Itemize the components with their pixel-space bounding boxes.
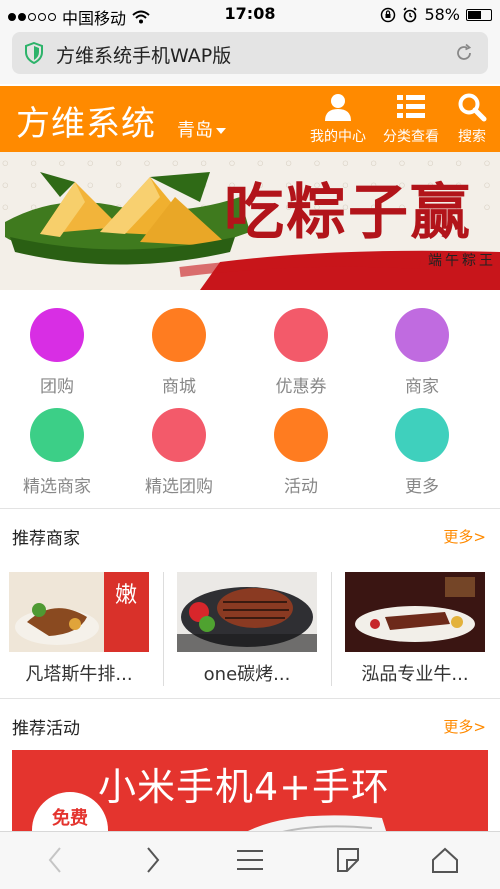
shop-card[interactable]: 嫩 凡塔斯牛排... (9, 572, 149, 686)
alarm-icon (403, 6, 418, 22)
category-merchant[interactable]: 商家 (362, 308, 482, 397)
battery-percent: 58% (424, 5, 460, 24)
banner-slogan: 吃粽子赢 (224, 178, 472, 248)
nav-my-center[interactable]: 我的中心 (310, 92, 366, 146)
svg-text:嫩: 嫩 (115, 583, 137, 608)
recommended-events-title: 推荐活动 (12, 719, 80, 739)
nav-label: 我的中心 (310, 129, 366, 145)
category-icon (395, 308, 449, 362)
category-label: 精选团购 (145, 477, 213, 497)
divider (163, 572, 164, 686)
shop-image (177, 572, 317, 652)
divider (0, 508, 500, 509)
category-featured-group-buy[interactable]: 精选团购 (119, 408, 239, 497)
category-label: 精选商家 (23, 477, 91, 497)
category-grid: 团购 商城 优惠券 商家 精选商家 精选团购 活动 更多 (0, 290, 500, 508)
shop-image: 嫩 (9, 572, 149, 652)
shop-name: 泓品专业牛... (361, 664, 469, 685)
user-icon (325, 94, 351, 121)
shield-icon (25, 42, 43, 64)
category-icon (30, 308, 84, 362)
category-more[interactable]: 更多 (362, 408, 482, 497)
caret-down-icon (216, 128, 226, 134)
category-label: 团购 (40, 377, 74, 397)
nav-search[interactable]: 搜索 (457, 92, 487, 146)
city-selector[interactable]: 青岛 (177, 116, 226, 142)
rotation-lock-icon (381, 7, 396, 22)
category-label: 商家 (405, 377, 439, 397)
promo-banner[interactable]: ◦ ◦ ◦ ◦ ◦ ◦ ◦ ◦ ◦ ◦ ◦ ◦ ◦ ◦ ◦ ◦ ◦ ◦ ◦ ◦ ◦… (0, 152, 500, 290)
category-event[interactable]: 活动 (241, 408, 361, 497)
city-name: 青岛 (177, 120, 213, 141)
category-label: 更多 (405, 477, 439, 497)
menu-icon[interactable] (236, 846, 264, 874)
battery-icon (466, 8, 492, 21)
status-bar: 中国移动 17:08 58% (0, 0, 500, 28)
category-icon (30, 408, 84, 462)
divider (331, 572, 332, 686)
category-coupon[interactable]: 优惠券 (241, 308, 361, 397)
category-mall[interactable]: 商城 (119, 308, 239, 397)
tabs-icon[interactable] (334, 846, 362, 874)
nav-label: 分类查看 (383, 129, 439, 145)
nav-label: 搜索 (458, 129, 486, 145)
browser-toolbar: 方维系统手机WAP版 (0, 28, 500, 84)
category-featured-merchant[interactable]: 精选商家 (0, 408, 117, 497)
category-icon (395, 408, 449, 462)
recommended-shops-title: 推荐商家 (12, 529, 80, 549)
browser-bottom-bar (0, 831, 500, 889)
address-text: 方维系统手机WAP版 (56, 45, 232, 67)
category-icon (152, 308, 206, 362)
category-label: 优惠券 (275, 377, 327, 397)
search-icon (458, 93, 487, 122)
category-icon (274, 408, 328, 462)
category-icon (152, 408, 206, 462)
home-icon[interactable] (431, 846, 459, 874)
recommended-shops-more-link[interactable]: 更多> (443, 526, 486, 547)
list-icon (397, 95, 425, 118)
category-group-buy[interactable]: 团购 (0, 308, 117, 397)
category-icon (274, 308, 328, 362)
promo-badge: 免费 (32, 792, 108, 834)
status-right: 58% (380, 5, 492, 24)
address-bar[interactable]: 方维系统手机WAP版 (12, 32, 488, 74)
category-label: 商城 (162, 377, 196, 397)
recommended-events-more-link[interactable]: 更多> (443, 716, 486, 737)
shop-card[interactable]: one碳烤... (177, 572, 317, 686)
event-promo-banner[interactable]: 小米手机4+手环 免费 (12, 750, 488, 834)
promo-title: 小米手机4+手环 (98, 765, 391, 809)
reload-icon[interactable] (454, 43, 474, 63)
shop-card[interactable]: 泓品专业牛... (345, 572, 485, 686)
category-label: 活动 (284, 477, 318, 497)
shop-name: 凡塔斯牛排... (25, 664, 133, 685)
nav-category[interactable]: 分类查看 (383, 92, 439, 146)
banner-subtitle: 端午粽王 (428, 253, 496, 269)
site-header: 方维系统 青岛 我的中心 分类查看 搜索 (0, 86, 500, 152)
shop-name: one碳烤... (203, 664, 291, 685)
divider (0, 698, 500, 699)
shop-image (345, 572, 485, 652)
forward-icon[interactable] (140, 846, 164, 874)
site-logo[interactable]: 方维系统 (16, 96, 156, 145)
back-icon[interactable] (44, 846, 68, 874)
